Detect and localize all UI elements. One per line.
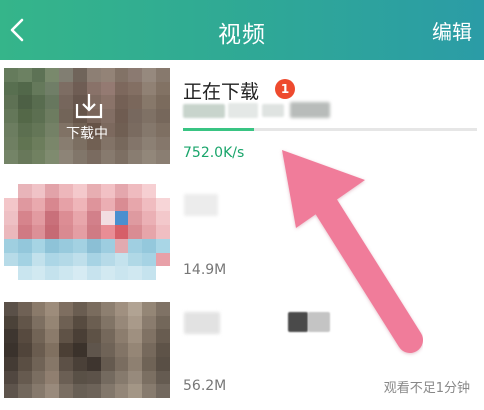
top-bar: 视频 编辑	[0, 0, 484, 60]
download-status-label: 下载中	[66, 126, 108, 142]
video-item[interactable]	[0, 184, 484, 280]
download-progress-bar	[183, 128, 477, 131]
video-title: 正在下载	[183, 81, 260, 103]
video-thumbnail[interactable]: 下载中	[4, 68, 170, 164]
download-icon	[75, 94, 103, 119]
download-count-badge: 1	[275, 79, 295, 99]
download-overlay: 下载中	[4, 68, 170, 164]
watch-progress-note: 观看不足1分钟	[383, 381, 470, 396]
blurred-subtitle	[228, 103, 258, 118]
file-size: 56.2M	[183, 378, 227, 394]
thumbnail-mosaic	[4, 302, 170, 398]
blurred-title	[308, 312, 330, 332]
blurred-subtitle	[290, 102, 330, 118]
edit-button[interactable]: 编辑	[432, 16, 472, 45]
video-thumbnail[interactable]	[4, 302, 170, 398]
download-progress-fill	[183, 128, 254, 131]
video-thumbnail[interactable]	[4, 184, 170, 280]
blurred-title	[184, 312, 220, 334]
blurred-subtitle	[262, 104, 284, 117]
download-speed: 752.0K/s	[183, 145, 245, 161]
file-size: 14.9M	[183, 262, 227, 278]
blurred-subtitle	[183, 104, 225, 118]
blurred-title	[288, 312, 308, 332]
blurred-title	[184, 194, 218, 216]
page-title: 视频	[218, 22, 266, 48]
thumbnail-mosaic	[4, 184, 170, 280]
